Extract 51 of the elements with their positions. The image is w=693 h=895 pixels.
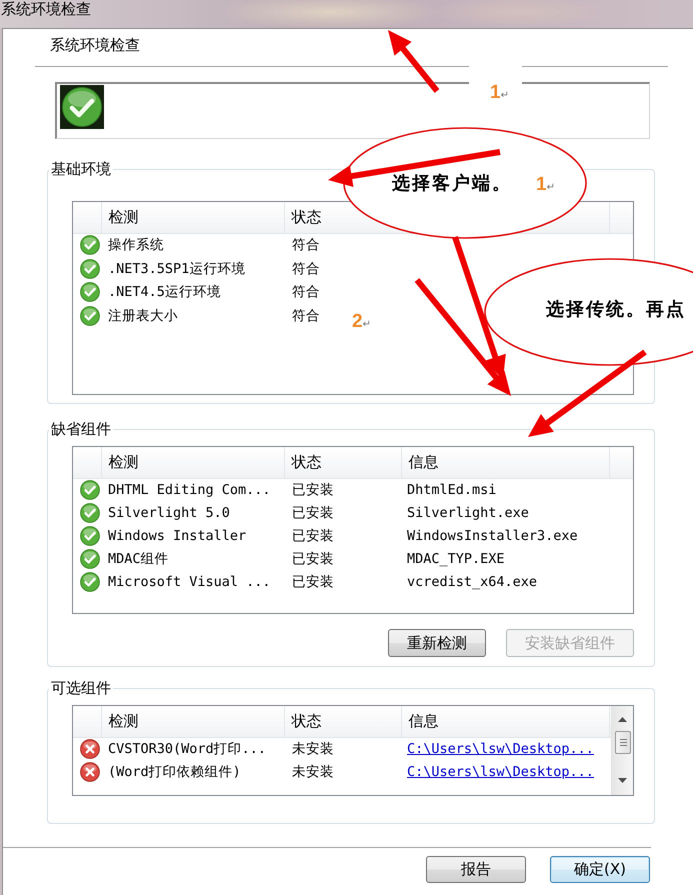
table-cell-text: 符合 [291, 306, 321, 326]
table-cell-text: 未安装 [291, 763, 335, 782]
table-cell-text: 符合 [291, 260, 321, 279]
scroll-down-icon[interactable] [618, 778, 627, 783]
table-cell-text: MDAC组件 [107, 550, 170, 569]
column-header[interactable]: 检测 [101, 706, 284, 737]
table-cell-text: Microsoft Visual ... [107, 573, 272, 592]
file-link[interactable]: C:\Users\lsw\Desktop... [407, 741, 594, 757]
table-cell-text: .NET4.5运行环境 [107, 283, 222, 302]
table-cell-text: (Word打印依赖组件) [107, 763, 242, 782]
table-cell-text: Silverlight.exe [406, 504, 530, 523]
column-header[interactable]: 信息 [401, 706, 609, 737]
column-header[interactable]: 状态 [284, 202, 344, 233]
column-header[interactable]: 检测 [101, 202, 284, 233]
dialog-button[interactable]: 报告 [426, 856, 526, 883]
table-cell-text: 已安装 [291, 550, 335, 569]
column-header[interactable]: 检测 [101, 447, 284, 478]
table-cell-text: MDAC_TYP.EXE [406, 550, 506, 569]
column-header[interactable]: 状态 [284, 447, 401, 478]
group-label: 可选组件 [49, 678, 113, 698]
scroll-up-icon[interactable] [618, 717, 627, 722]
table-cell: DhtmlEd.msi [401, 478, 609, 502]
table-cell-text: .NET3.5SP1运行环境 [107, 260, 246, 279]
file-link[interactable]: C:\Users\lsw\Desktop... [407, 764, 594, 780]
table-cell-text: 已安装 [291, 527, 335, 546]
table-cell-text: WindowsInstaller3.exe [406, 527, 579, 546]
table-cell: 操作系统 [101, 233, 284, 257]
table-cell-text: 符合 [291, 283, 321, 302]
group-label: 基础环境 [49, 159, 113, 179]
table-cell-text: Windows Installer [107, 527, 248, 546]
table-cell-text: 已安装 [291, 504, 335, 523]
annotation-arrow [388, 30, 440, 93]
callout-text: 选择传统。再点 [546, 299, 686, 321]
table-cell: 已安装 [284, 478, 401, 502]
table-cell-text: Silverlight 5.0 [107, 504, 231, 523]
column-header[interactable]: 状态 [284, 706, 401, 737]
table-cell: 未安装 [284, 737, 401, 760]
table-cell: DHTML Editing Com... [101, 478, 284, 502]
action-button[interactable]: 重新检测 [388, 629, 486, 657]
table-cell: 符合 [284, 233, 344, 257]
table-cell-text: vcredist_x64.exe [406, 573, 538, 592]
table-cell-text: 已安装 [291, 573, 335, 592]
window-title: 系统环境检查 [0, 0, 91, 18]
scrollbar-thumb[interactable] [614, 731, 630, 754]
callout-text: 选择客户端。 [392, 173, 512, 195]
dialog-button[interactable]: 确定(X) [550, 856, 650, 883]
dialog-heading: 系统环境检查 [50, 35, 140, 55]
group-label: 缺省组件 [49, 419, 113, 439]
table-cell-text: 注册表大小 [107, 306, 179, 326]
table-cell: CVSTOR30(Word打印... [101, 737, 284, 760]
column-header[interactable]: 信息 [401, 447, 609, 478]
